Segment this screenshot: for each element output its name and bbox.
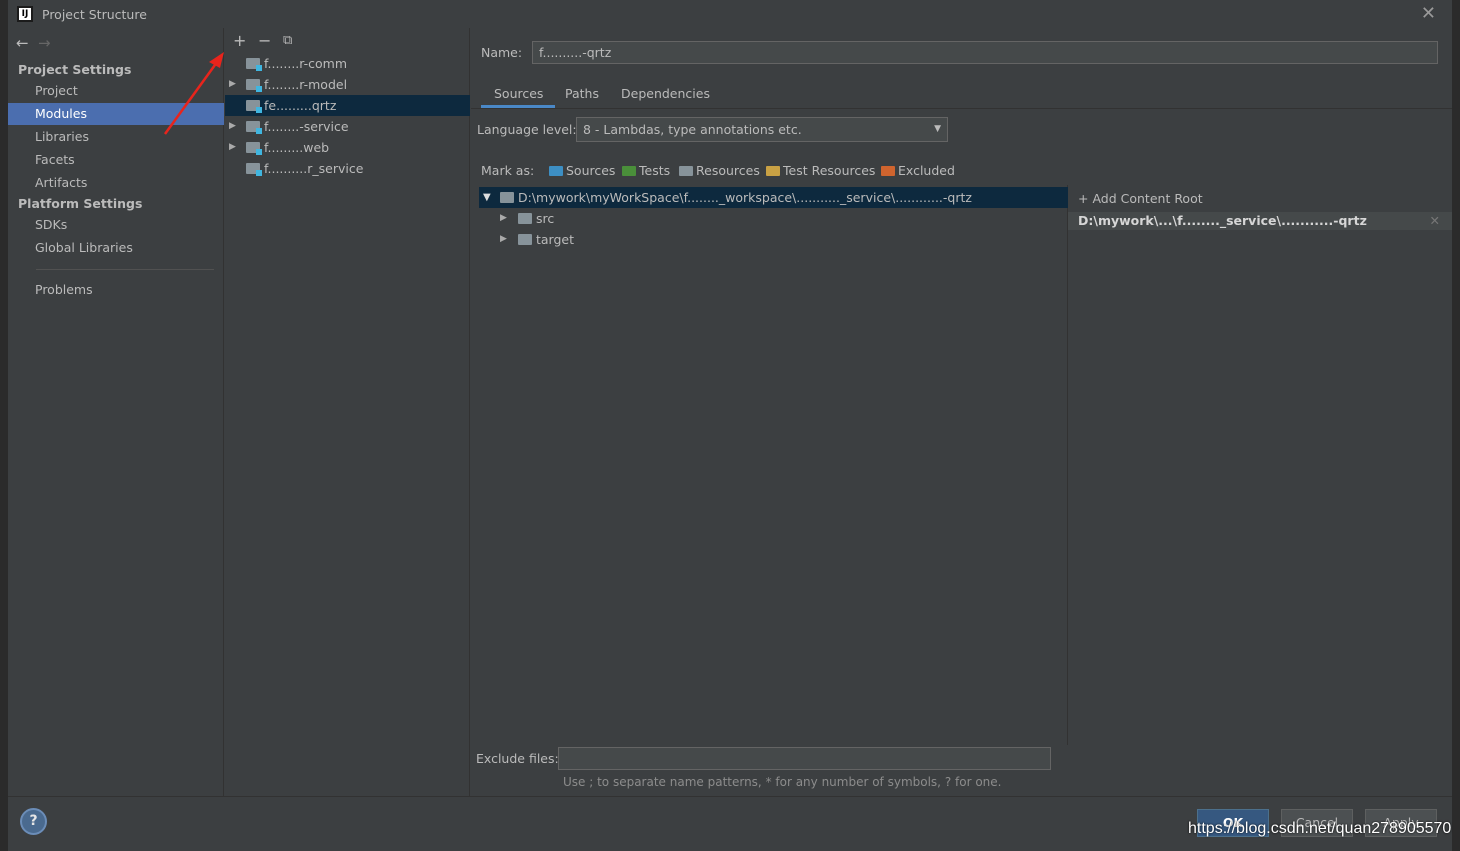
language-level-value: 8 - Lambdas, type annotations etc.	[583, 122, 802, 137]
exclude-hint: Use ; to separate name patterns, * for a…	[563, 775, 1002, 789]
sidebar-divider	[36, 269, 214, 270]
sidebar-item-libraries[interactable]: Libraries	[8, 126, 224, 148]
tree-row-label: src	[536, 211, 555, 226]
tab-divider	[471, 108, 1452, 109]
mark-tests-button[interactable]: Tests	[622, 163, 670, 178]
mark-test-resources-button[interactable]: Test Resources	[766, 163, 875, 178]
tab-dependencies[interactable]: Dependencies	[621, 86, 710, 101]
add-content-root-button[interactable]: + Add Content Root	[1078, 191, 1203, 206]
source-tree: ▼ D:\mywork\myWorkSpace\f........_worksp…	[479, 185, 1068, 745]
project-structure-dialog: IJ Project Structure ✕ ← → Project Settin…	[8, 0, 1452, 851]
expand-arrow-icon[interactable]: ▶	[229, 116, 236, 137]
help-icon[interactable]: ?	[20, 808, 47, 835]
mark-test-resources-label: Test Resources	[783, 163, 876, 178]
close-icon[interactable]: ✕	[1421, 3, 1436, 24]
remove-module-icon[interactable]: −	[258, 31, 271, 50]
sidebar-item-sdks[interactable]: SDKs	[8, 214, 224, 236]
collapse-arrow-icon[interactable]: ▼	[483, 187, 491, 208]
mark-sources-button[interactable]: Sources	[549, 163, 615, 178]
tab-paths[interactable]: Paths	[565, 86, 599, 101]
mark-as-label: Mark as:	[481, 163, 535, 178]
expand-arrow-icon[interactable]: ▶	[500, 229, 507, 250]
resources-folder-icon	[679, 166, 693, 176]
module-folder-icon	[246, 79, 262, 92]
watermark: https://blog.csdn.net/quan278905570	[1188, 820, 1452, 837]
module-row[interactable]: ▶ f.........web	[225, 137, 470, 158]
module-row[interactable]: f..........r_service	[225, 158, 470, 179]
module-label: f.........web	[264, 140, 330, 155]
modules-pane: + − ⧉ f........r-comm ▶ f........r-model…	[225, 28, 470, 796]
project-settings-heading: Project Settings	[18, 62, 132, 77]
module-row[interactable]: f........r-comm	[225, 53, 470, 74]
exclude-files-field[interactable]	[558, 747, 1051, 770]
module-folder-icon	[246, 100, 262, 113]
add-module-icon[interactable]: +	[233, 31, 246, 50]
back-arrow-icon[interactable]: ←	[16, 34, 38, 52]
background-edge-right	[1452, 0, 1460, 851]
sidebar-item-facets[interactable]: Facets	[8, 149, 224, 171]
module-folder-icon	[246, 142, 262, 155]
module-label: f........-service	[264, 119, 349, 134]
module-label: fe.........qrtz	[264, 98, 337, 113]
module-folder-icon	[246, 58, 262, 71]
module-folder-icon	[246, 163, 262, 176]
name-label: Name:	[481, 45, 523, 60]
mark-excluded-button[interactable]: Excluded	[881, 163, 955, 178]
module-label: f........r-comm	[264, 56, 348, 71]
window-title: Project Structure	[42, 7, 147, 22]
tree-row-label: target	[536, 232, 575, 247]
language-level-select[interactable]: 8 - Lambdas, type annotations etc. ▼	[576, 117, 948, 142]
module-row[interactable]: ▶ f........r-model	[225, 74, 470, 95]
module-folder-icon	[246, 121, 262, 134]
exclude-files-label: Exclude files:	[476, 751, 559, 766]
tree-root-label: D:\mywork\myWorkSpace\f........_workspac…	[518, 190, 972, 205]
mark-excluded-label: Excluded	[898, 163, 955, 178]
module-detail-panel: Name: f..........-qrtz Sources Paths Dep…	[471, 28, 1452, 796]
sidebar-item-modules[interactable]: Modules	[8, 103, 224, 125]
content-root-path[interactable]: D:\mywork\...\f........_service\........…	[1068, 212, 1452, 230]
folder-icon	[518, 213, 532, 224]
mark-resources-label: Resources	[696, 163, 760, 178]
forward-arrow-icon[interactable]: →	[38, 34, 60, 52]
module-label: f..........r_service	[264, 161, 364, 176]
module-name-field[interactable]: f..........-qrtz	[532, 41, 1438, 64]
excluded-folder-icon	[881, 166, 895, 176]
expand-arrow-icon[interactable]: ▶	[229, 74, 236, 95]
mark-sources-label: Sources	[566, 163, 616, 178]
sidebar-item-problems[interactable]: Problems	[8, 279, 224, 301]
sidebar-item-global-libraries[interactable]: Global Libraries	[8, 237, 224, 259]
mark-tests-label: Tests	[639, 163, 671, 178]
tests-folder-icon	[622, 166, 636, 176]
plus-icon: +	[1078, 191, 1093, 206]
nav-arrows: ← →	[16, 34, 60, 52]
background-edge-left	[0, 0, 8, 851]
intellij-logo-icon: IJ	[17, 6, 33, 22]
chevron-down-icon: ▼	[934, 124, 941, 134]
title-bar: IJ Project Structure ✕	[8, 0, 1452, 28]
mark-resources-button[interactable]: Resources	[679, 163, 760, 178]
test-resources-folder-icon	[766, 166, 780, 176]
tree-row[interactable]: ▶ target	[479, 229, 1068, 250]
language-level-label: Language level:	[477, 122, 577, 137]
sources-folder-icon	[549, 166, 563, 176]
folder-icon	[500, 192, 514, 203]
module-row[interactable]: ▶ f........-service	[225, 116, 470, 137]
expand-arrow-icon[interactable]: ▶	[500, 208, 507, 229]
expand-arrow-icon[interactable]: ▶	[229, 137, 236, 158]
sidebar-item-artifacts[interactable]: Artifacts	[8, 172, 224, 194]
tab-sources[interactable]: Sources	[494, 86, 543, 101]
module-label: f........r-model	[264, 77, 348, 92]
tree-root-row[interactable]: ▼ D:\mywork\myWorkSpace\f........_worksp…	[479, 187, 1068, 208]
tree-row[interactable]: ▶ src	[479, 208, 1068, 229]
remove-root-icon[interactable]: ✕	[1430, 212, 1440, 230]
content-root-label: D:\mywork\...\f........_service\........…	[1078, 213, 1367, 228]
sidebar-item-project[interactable]: Project	[8, 80, 224, 102]
module-row-selected[interactable]: fe.........qrtz	[225, 95, 470, 116]
settings-sidebar: ← → Project Settings Project Modules Libr…	[8, 28, 224, 796]
folder-icon	[518, 234, 532, 245]
content-roots-panel: + Add Content Root D:\mywork\...\f......…	[1068, 185, 1452, 796]
add-content-root-label: Add Content Root	[1092, 191, 1203, 206]
copy-module-icon[interactable]: ⧉	[283, 33, 292, 48]
platform-settings-heading: Platform Settings	[18, 196, 143, 211]
